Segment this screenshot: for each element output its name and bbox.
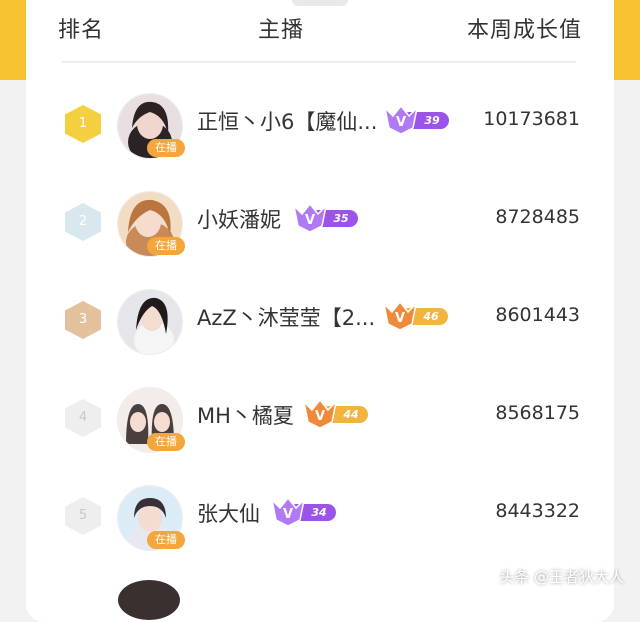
rank-number: 5 xyxy=(78,508,88,523)
host-name[interactable]: 小妖潘妮 xyxy=(197,204,281,234)
host-name[interactable]: 张大仙 xyxy=(197,498,260,528)
host-name[interactable]: AzZ丶沐莹莹【2... xyxy=(197,302,375,332)
rank-badge: 4 xyxy=(64,398,102,438)
ranking-row[interactable]: 2 在播 小妖潘妮 V 35 8728485 xyxy=(0,174,640,272)
live-status-badge: 在播 xyxy=(147,139,185,157)
growth-value: 8568175 xyxy=(495,402,580,424)
level-badge: V 34 xyxy=(268,496,340,527)
ranking-row[interactable]: 3 AzZ丶沐莹莹【2... V 46 8601443 xyxy=(0,272,640,370)
level-number: 35 xyxy=(333,212,349,225)
level-number: 46 xyxy=(423,310,439,323)
ranking-row[interactable]: 4 在播 MH丶橘夏 V 44 8568175 xyxy=(0,370,640,468)
ranking-row[interactable]: 5 在播 张大仙 V 34 8443322 xyxy=(0,468,640,566)
rank-column-header: 排名 xyxy=(58,18,105,43)
level-number: 44 xyxy=(343,408,359,421)
watermark: 头条 @王者狄大人 xyxy=(499,568,624,586)
svg-text:V: V xyxy=(395,311,405,326)
rank-number: 2 xyxy=(78,214,88,229)
rank-badge: 1 xyxy=(64,104,102,144)
header-divider xyxy=(62,61,576,63)
rank-badge: 5 xyxy=(64,496,102,536)
growth-value: 8601443 xyxy=(495,304,580,326)
growth-value: 8728485 xyxy=(495,206,580,228)
svg-text:V: V xyxy=(315,409,325,424)
rank-number: 4 xyxy=(78,410,88,425)
rank-badge: 3 xyxy=(64,300,102,340)
ranking-row[interactable]: 1 在播 正恒丶小6【魔仙... V 39 10173681 xyxy=(0,76,640,174)
live-status-badge: 在播 xyxy=(147,237,185,255)
host-column-header: 主播 xyxy=(258,18,305,43)
level-badge: V 44 xyxy=(300,398,372,429)
level-number: 34 xyxy=(311,506,327,519)
level-number: 39 xyxy=(424,114,440,127)
live-status-badge: 在播 xyxy=(147,433,185,451)
growth-value: 8443322 xyxy=(495,500,580,522)
host-name[interactable]: 正恒丶小6【魔仙... xyxy=(197,106,377,136)
level-badge: V 35 xyxy=(290,202,362,233)
growth-value: 10173681 xyxy=(483,108,580,130)
ranking-header: 排名 主播 本周成长值 xyxy=(0,0,640,60)
growth-value-column-header: 本周成长值 xyxy=(466,18,582,43)
rank-number: 3 xyxy=(78,312,88,327)
svg-text:V: V xyxy=(283,507,293,522)
level-badge: V 39 xyxy=(381,104,453,135)
avatar[interactable] xyxy=(117,289,183,355)
svg-text:V: V xyxy=(396,115,406,130)
level-badge: V 46 xyxy=(380,300,452,331)
host-name[interactable]: MH丶橘夏 xyxy=(197,400,294,430)
rank-number: 1 xyxy=(78,116,88,131)
svg-text:V: V xyxy=(305,213,315,228)
live-status-badge: 在播 xyxy=(147,531,185,549)
rank-badge: 2 xyxy=(64,202,102,242)
next-row-avatar-partial xyxy=(118,580,180,620)
